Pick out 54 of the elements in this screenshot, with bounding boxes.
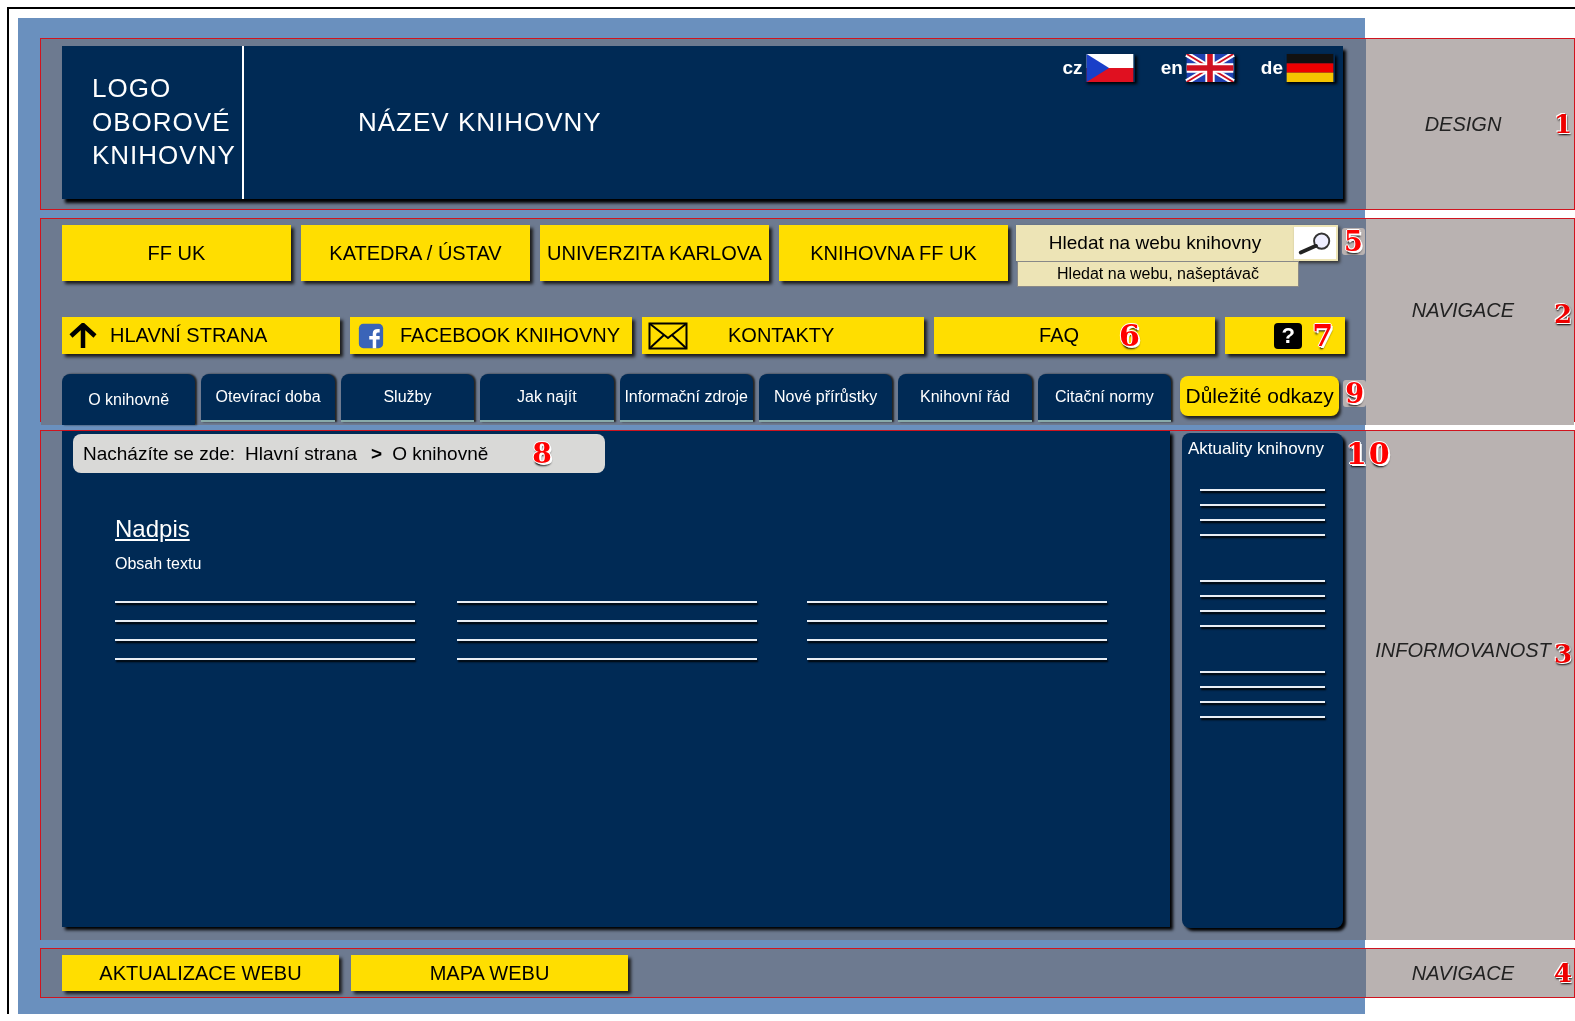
annotation-number: 6 (1119, 320, 1140, 351)
flag-icon (1285, 54, 1335, 82)
logo-text: LOGO OBOROVÉ KNIHOVNY (62, 46, 244, 199)
tab[interactable]: Nové přírůstky (758, 374, 893, 422)
important-links-button[interactable]: Důležité odkazy (1180, 376, 1340, 416)
tab[interactable]: Otevírací doba (201, 374, 335, 422)
language-link[interactable]: cz (1062, 54, 1135, 82)
envelope-icon (648, 321, 688, 350)
article-heading: Nadpis (115, 515, 190, 543)
annotation-number: 9 (1343, 380, 1367, 407)
tab[interactable]: Informační zdroje (619, 374, 753, 422)
tab[interactable]: O knihovně (62, 374, 196, 425)
nav-button[interactable]: UNIVERZITA KARLOVA (540, 225, 769, 281)
flag-icon (1184, 54, 1235, 82)
breadcrumb-separator: > (371, 442, 383, 465)
footer-button[interactable]: AKTUALIZACE WEBU (62, 955, 339, 991)
news-title: Aktuality knihovny (1188, 439, 1326, 459)
article-text: Obsah textu (115, 555, 203, 573)
section-number: 3 (1554, 639, 1574, 669)
tab[interactable]: Jak najít (480, 374, 614, 422)
up-arrow-icon (68, 322, 98, 349)
nav-button[interactable]: ? 7 (1225, 317, 1345, 354)
breadcrumb-label: Nacházíte se zde: (83, 442, 236, 465)
annotation-number: 5 (1342, 228, 1365, 255)
annotation-number: 7 (1312, 320, 1333, 351)
section-label: NAVIGACE (1410, 961, 1516, 985)
nav-button[interactable]: KATEDRA / ÚSTAV (301, 225, 530, 281)
section-number: 1 (1554, 109, 1574, 139)
annotation-number: 8 (532, 439, 552, 468)
flag-icon (1084, 54, 1135, 82)
breadcrumb-link[interactable]: Hlavní strana (245, 442, 358, 465)
library-title: NÁZEV KNIHOVNY (357, 107, 602, 138)
social-icon (356, 322, 386, 349)
language-link[interactable]: de (1260, 54, 1335, 82)
tab[interactable]: Citační normy (1037, 374, 1171, 422)
annotation-number: 10 (1346, 439, 1392, 469)
nav-button[interactable]: KNIHOVNA FF UK (779, 225, 1008, 281)
search-field[interactable]: Hledat na webu knihovny (1016, 225, 1294, 261)
section-label: NAVIGACE (1410, 299, 1516, 322)
tab[interactable]: Služby (340, 374, 475, 422)
language-link[interactable]: en (1160, 54, 1235, 82)
breadcrumb-link[interactable]: O knihovně (392, 442, 489, 465)
section-number: 2 (1554, 299, 1574, 329)
section-label: INFORMOVANOST (1374, 639, 1553, 662)
section-label: DESIGN (1423, 112, 1503, 136)
nav-button[interactable]: FF UK (62, 225, 291, 281)
tab[interactable]: Knihovní řád (898, 374, 1032, 422)
section-number: 4 (1554, 958, 1574, 988)
nav-button[interactable]: KONTAKTY (642, 317, 924, 354)
nav-button[interactable]: HLAVNÍ STRANA (62, 317, 340, 354)
footer-button[interactable]: MAPA WEBU (351, 955, 628, 991)
nav-button[interactable]: FAQ 6 (934, 317, 1215, 354)
nav-button[interactable]: FACEBOOK KNIHOVNY (350, 317, 632, 354)
suggestion-item[interactable]: Hledat na webu, našeptávač (1017, 261, 1299, 287)
